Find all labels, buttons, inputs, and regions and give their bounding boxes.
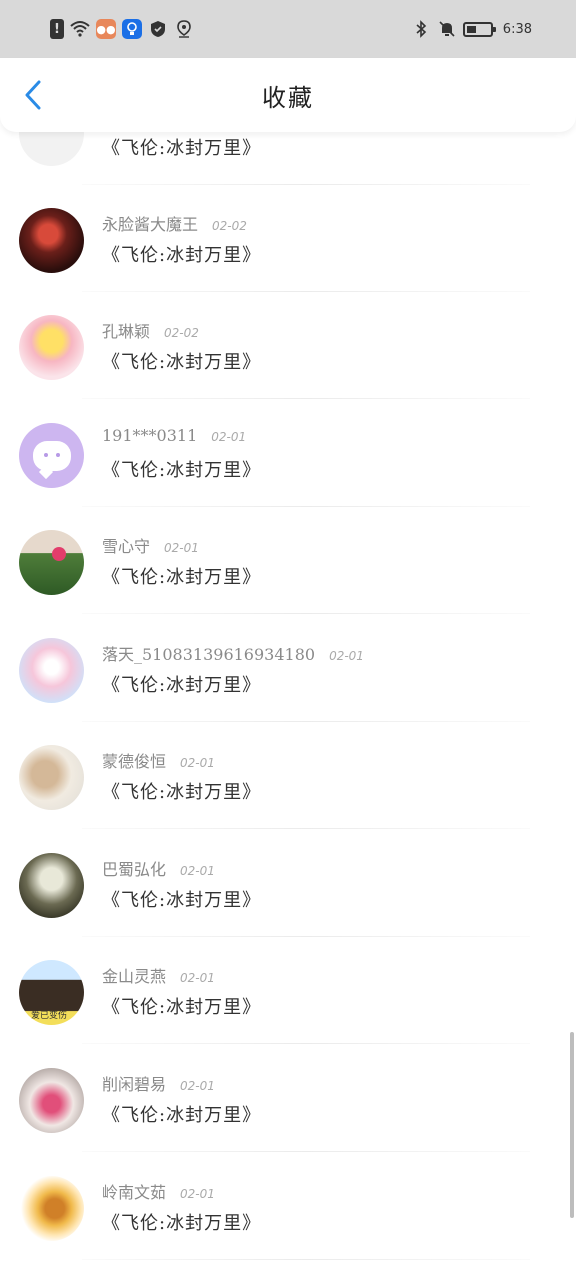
name-line: 削闲碧易 02-01	[102, 1071, 215, 1095]
message-icon: ●●	[96, 19, 116, 39]
list-item[interactable]: 永脸酱大魔王 02-02 《飞伦:冰封万里》	[0, 185, 560, 292]
favorite-date: 02-01	[180, 1187, 215, 1201]
user-name: 孔琳颖	[102, 322, 151, 341]
favorite-date: 02-01	[164, 541, 199, 555]
work-title[interactable]: 《飞伦:冰封万里》	[102, 778, 261, 804]
name-line: 永脸酱大魔王 02-02	[102, 211, 247, 235]
divider	[82, 828, 530, 829]
user-name: 蒙德俊恒	[102, 752, 167, 771]
avatar[interactable]: 爱已变伤	[19, 960, 84, 1025]
name-line: 191***0311 02-01	[102, 426, 246, 445]
avatar[interactable]	[19, 423, 84, 488]
page-title: 收藏	[262, 83, 314, 112]
name-line: 巴蜀弘化 02-01	[102, 856, 215, 880]
work-title[interactable]: 《飞伦:冰封万里》	[102, 1101, 261, 1127]
user-name: 削闲碧易	[102, 1075, 167, 1094]
name-line: 金山灵燕 02-01	[102, 963, 215, 987]
battery-icon	[462, 21, 496, 37]
avatar[interactable]	[19, 208, 84, 273]
avatar[interactable]	[19, 1176, 84, 1241]
back-button[interactable]	[18, 80, 48, 110]
name-line: 蒙德俊恒 02-01	[102, 748, 215, 772]
work-title[interactable]: 《飞伦:冰封万里》	[102, 671, 261, 697]
work-title[interactable]: 《飞伦:冰封万里》	[102, 241, 261, 267]
avatar[interactable]	[19, 315, 84, 380]
work-title[interactable]: 《飞伦:冰封万里》	[102, 134, 261, 160]
user-name: 岭南文茹	[102, 1183, 167, 1202]
work-title[interactable]: 《飞伦:冰封万里》	[102, 563, 261, 589]
avatar[interactable]	[19, 530, 84, 595]
user-name: 191***0311	[102, 426, 198, 445]
chat-bubble-icon	[32, 440, 71, 471]
avatar[interactable]	[19, 853, 84, 918]
avatar[interactable]	[19, 132, 84, 166]
avatar[interactable]	[19, 1068, 84, 1133]
avatar-tag: 爱已变伤	[31, 1011, 68, 1021]
list-item[interactable]: 雪心守 02-01 《飞伦:冰封万里》	[0, 507, 560, 614]
avatar[interactable]	[19, 638, 84, 703]
list-item[interactable]: 削闲碧易 02-01 《飞伦:冰封万里》	[0, 1045, 560, 1152]
location-icon	[174, 19, 194, 39]
alert-icon: !	[50, 19, 64, 39]
work-title[interactable]: 《飞伦:冰封万里》	[102, 993, 261, 1019]
bulb-icon	[122, 19, 142, 39]
work-title[interactable]: 《飞伦:冰封万里》	[102, 348, 261, 374]
name-line: 落天_51083139616934180 02-01	[102, 641, 364, 665]
mute-icon	[437, 19, 457, 39]
favorite-date: 02-01	[180, 864, 215, 878]
shield-icon	[148, 19, 168, 39]
name-line: 岭南文茹 02-01	[102, 1179, 215, 1203]
status-bar-left: ! ●●	[50, 19, 194, 39]
user-name: 雪心守	[102, 537, 151, 556]
wifi-icon	[70, 19, 90, 39]
user-name: 落天_51083139616934180	[102, 645, 316, 664]
list-item[interactable]: 岭南文茹 02-01 《飞伦:冰封万里》	[0, 1153, 560, 1260]
favorite-date: 02-01	[180, 756, 215, 770]
name-line: 雪心守 02-01	[102, 533, 199, 557]
status-time: 6:38	[502, 21, 532, 37]
user-name: 永脸酱大魔王	[102, 215, 199, 234]
list-item[interactable]: 爱已变伤 金山灵燕 02-01 《飞伦:冰封万里》	[0, 937, 560, 1044]
list-item[interactable]: 《飞伦:冰封万里》	[0, 132, 560, 185]
header: 收藏	[0, 58, 576, 132]
favorite-date: 02-02	[164, 326, 199, 340]
list-item[interactable]: 落天_51083139616934180 02-01 《飞伦:冰封万里》	[0, 615, 560, 722]
divider	[82, 1043, 530, 1044]
avatar[interactable]	[19, 745, 84, 810]
favorite-date: 02-01	[329, 649, 364, 663]
divider	[82, 1151, 530, 1152]
divider	[82, 1259, 530, 1260]
list-item[interactable]: 巴蜀弘化 02-01 《飞伦:冰封万里》	[0, 830, 560, 937]
status-bar: ! ●● 6:38	[0, 0, 576, 58]
bluetooth-icon	[411, 19, 431, 39]
user-name: 巴蜀弘化	[102, 860, 167, 879]
work-title[interactable]: 《飞伦:冰封万里》	[102, 886, 261, 912]
favorite-date: 02-01	[180, 971, 215, 985]
list-item[interactable]: 孔琳颖 02-02 《飞伦:冰封万里》	[0, 292, 560, 399]
favorite-date: 02-01	[180, 1079, 215, 1093]
chevron-left-icon	[25, 80, 41, 110]
list-item[interactable]: 191***0311 02-01 《飞伦:冰封万里》	[0, 400, 560, 507]
user-name: 金山灵燕	[102, 967, 167, 986]
favorite-date: 02-02	[212, 219, 247, 233]
scrollbar[interactable]	[570, 1032, 574, 1218]
favorites-list[interactable]: 《飞伦:冰封万里》 永脸酱大魔王 02-02 《飞伦:冰封万里》 孔琳颖 02-…	[0, 132, 576, 1280]
name-line: 孔琳颖 02-02	[102, 318, 199, 342]
work-title[interactable]: 《飞伦:冰封万里》	[102, 1209, 261, 1235]
work-title[interactable]: 《飞伦:冰封万里》	[102, 456, 261, 482]
divider	[82, 613, 530, 614]
list-item[interactable]: 蒙德俊恒 02-01 《飞伦:冰封万里》	[0, 722, 560, 829]
favorite-date: 02-01	[211, 430, 247, 444]
divider	[82, 398, 530, 399]
status-bar-right: 6:38	[411, 19, 532, 39]
